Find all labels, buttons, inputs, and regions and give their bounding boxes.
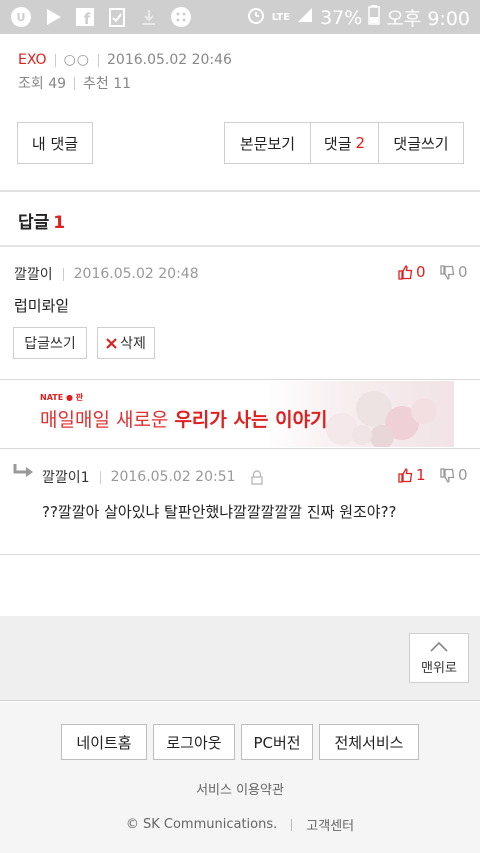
ad-banner[interactable]: NATE ● 판 매일매일 새로운 우리가 사는 이야기.: [26, 381, 454, 447]
comment-text: 럽미롸잍: [14, 297, 70, 315]
svg-text:U: U: [17, 11, 26, 24]
comment-upvote[interactable]: 0: [398, 263, 426, 281]
app-logo-icon: U: [10, 6, 32, 28]
reply-text: ??깔깔아 살아있냐 탈판안했냐깔깔깔깔깔 진짜 원조야??: [42, 503, 397, 521]
divider: [0, 554, 480, 555]
thumbs-down-icon: [440, 467, 455, 483]
divider: [0, 700, 480, 701]
footer: 네이트홈 로그아웃 PC버전 전체서비스 서비스 이용약관 © SK Commu…: [0, 702, 480, 853]
post-datetime: 2016.05.02 20:46: [107, 52, 232, 68]
footer-copyright-row: © SK Communications. 고객센터: [0, 815, 480, 834]
post-action-group: 본문보기 댓글 2 댓글쓰기: [224, 122, 464, 164]
reply-upvote[interactable]: 1: [398, 466, 426, 484]
reply-section-title: 답글 1: [18, 213, 66, 233]
comment-header: 깔깔이 2016.05.02 20:48: [14, 264, 199, 284]
close-icon: [106, 337, 117, 349]
battery-percent: 37%: [320, 6, 363, 29]
comment-author[interactable]: 깔깔이: [14, 264, 53, 284]
reply-downvote[interactable]: 0: [440, 466, 468, 484]
app-dots-icon: [170, 6, 192, 28]
battery-icon: [368, 5, 381, 30]
comments-count: 2: [355, 134, 366, 152]
thumbs-up-icon: [398, 264, 413, 280]
clipboard-check-icon: [106, 6, 128, 28]
facebook-icon: f: [74, 6, 96, 28]
comments-button[interactable]: 댓글 2: [311, 123, 379, 163]
chevron-up-icon: [430, 641, 448, 652]
comments-label: 댓글: [323, 134, 352, 153]
back-to-top-button[interactable]: 맨위로: [409, 633, 469, 683]
divider: [0, 379, 480, 380]
divider: [0, 448, 480, 449]
post-category[interactable]: EXO: [18, 52, 47, 68]
post-views: 조회 49: [18, 76, 67, 92]
post-author: ○○: [63, 52, 90, 68]
divider: [0, 190, 480, 192]
comment-downvote[interactable]: 0: [440, 263, 468, 281]
ad-pearls-image: [326, 391, 437, 447]
reply-author[interactable]: 깔깔이1: [42, 467, 90, 487]
support-link[interactable]: 고객센터: [306, 815, 354, 834]
clock: 오후 9:00: [386, 8, 470, 30]
footer-all-services-link[interactable]: 전체서비스: [319, 724, 419, 760]
footer-terms-link[interactable]: 서비스 이용약관: [0, 779, 480, 798]
svg-text:f: f: [84, 10, 91, 27]
copyright: © SK Communications.: [125, 817, 278, 832]
network-type: LTE: [271, 12, 291, 23]
comment-datetime: 2016.05.02 20:48: [73, 266, 199, 282]
status-bar: U f LTE 37% 오후 9:00: [0, 0, 480, 34]
reply-datetime: 2016.05.02 20:51: [110, 469, 236, 485]
write-comment-button[interactable]: 댓글쓰기: [379, 123, 463, 163]
lock-icon: [250, 469, 263, 485]
post-meta: EXO ○○ 2016.05.02 20:46 조회 49 추천 11: [18, 50, 232, 93]
signal-icon: [296, 6, 314, 29]
footer-pc-version-link[interactable]: PC버전: [241, 724, 313, 760]
play-icon: [42, 6, 64, 28]
download-icon: [138, 6, 160, 28]
footer-logout-link[interactable]: 로그아웃: [153, 724, 235, 760]
ad-brand: NATE ● 판: [40, 393, 84, 402]
thumbs-up-icon: [398, 467, 413, 483]
reply-count: 1: [53, 213, 66, 233]
divider: [0, 245, 480, 247]
my-comments-button[interactable]: 내 댓글: [17, 122, 93, 164]
footer-nate-home-link[interactable]: 네이트홈: [61, 724, 147, 760]
reply-write-button[interactable]: 답글쓰기: [13, 327, 87, 359]
reply-header: 깔깔이1 2016.05.02 20:51: [42, 467, 264, 487]
delete-button[interactable]: 삭제: [97, 327, 155, 359]
alarm-icon: [246, 5, 266, 30]
view-body-button[interactable]: 본문보기: [225, 123, 311, 163]
post-recommend: 추천 11: [83, 76, 132, 92]
spacer-area: [0, 616, 480, 700]
thumbs-down-icon: [440, 264, 455, 280]
reply-arrow-icon: [13, 463, 35, 483]
